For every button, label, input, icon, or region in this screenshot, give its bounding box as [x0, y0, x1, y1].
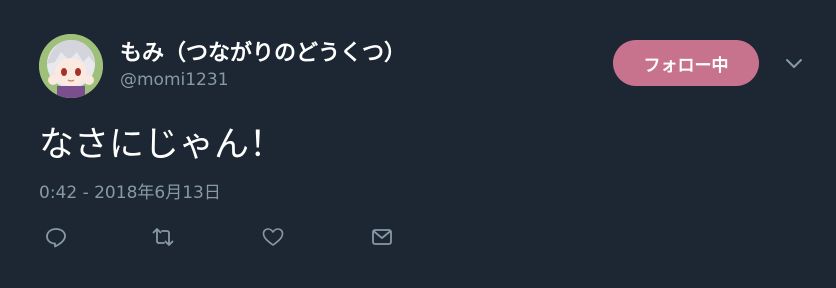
tweet-timestamp[interactable]: 0:42 - 2018年6月13日: [39, 178, 221, 203]
avatar-image: [39, 34, 103, 98]
reply-icon[interactable]: [44, 225, 68, 249]
message-icon[interactable]: [370, 225, 394, 249]
user-handle[interactable]: @momi1231: [120, 70, 229, 90]
like-icon[interactable]: [261, 225, 285, 249]
avatar[interactable]: [39, 34, 103, 98]
tweet-text: なさにじゃん！: [39, 125, 285, 165]
tweet-card: もみ（つながりのどうくつ） @momi1231 フォロー中 なさにじゃん！ 0:…: [0, 0, 836, 288]
display-name[interactable]: もみ（つながりのどうくつ）: [120, 35, 406, 67]
retweet-icon[interactable]: [151, 225, 175, 249]
following-button[interactable]: フォロー中: [613, 40, 759, 86]
chevron-down-icon[interactable]: [784, 55, 804, 71]
